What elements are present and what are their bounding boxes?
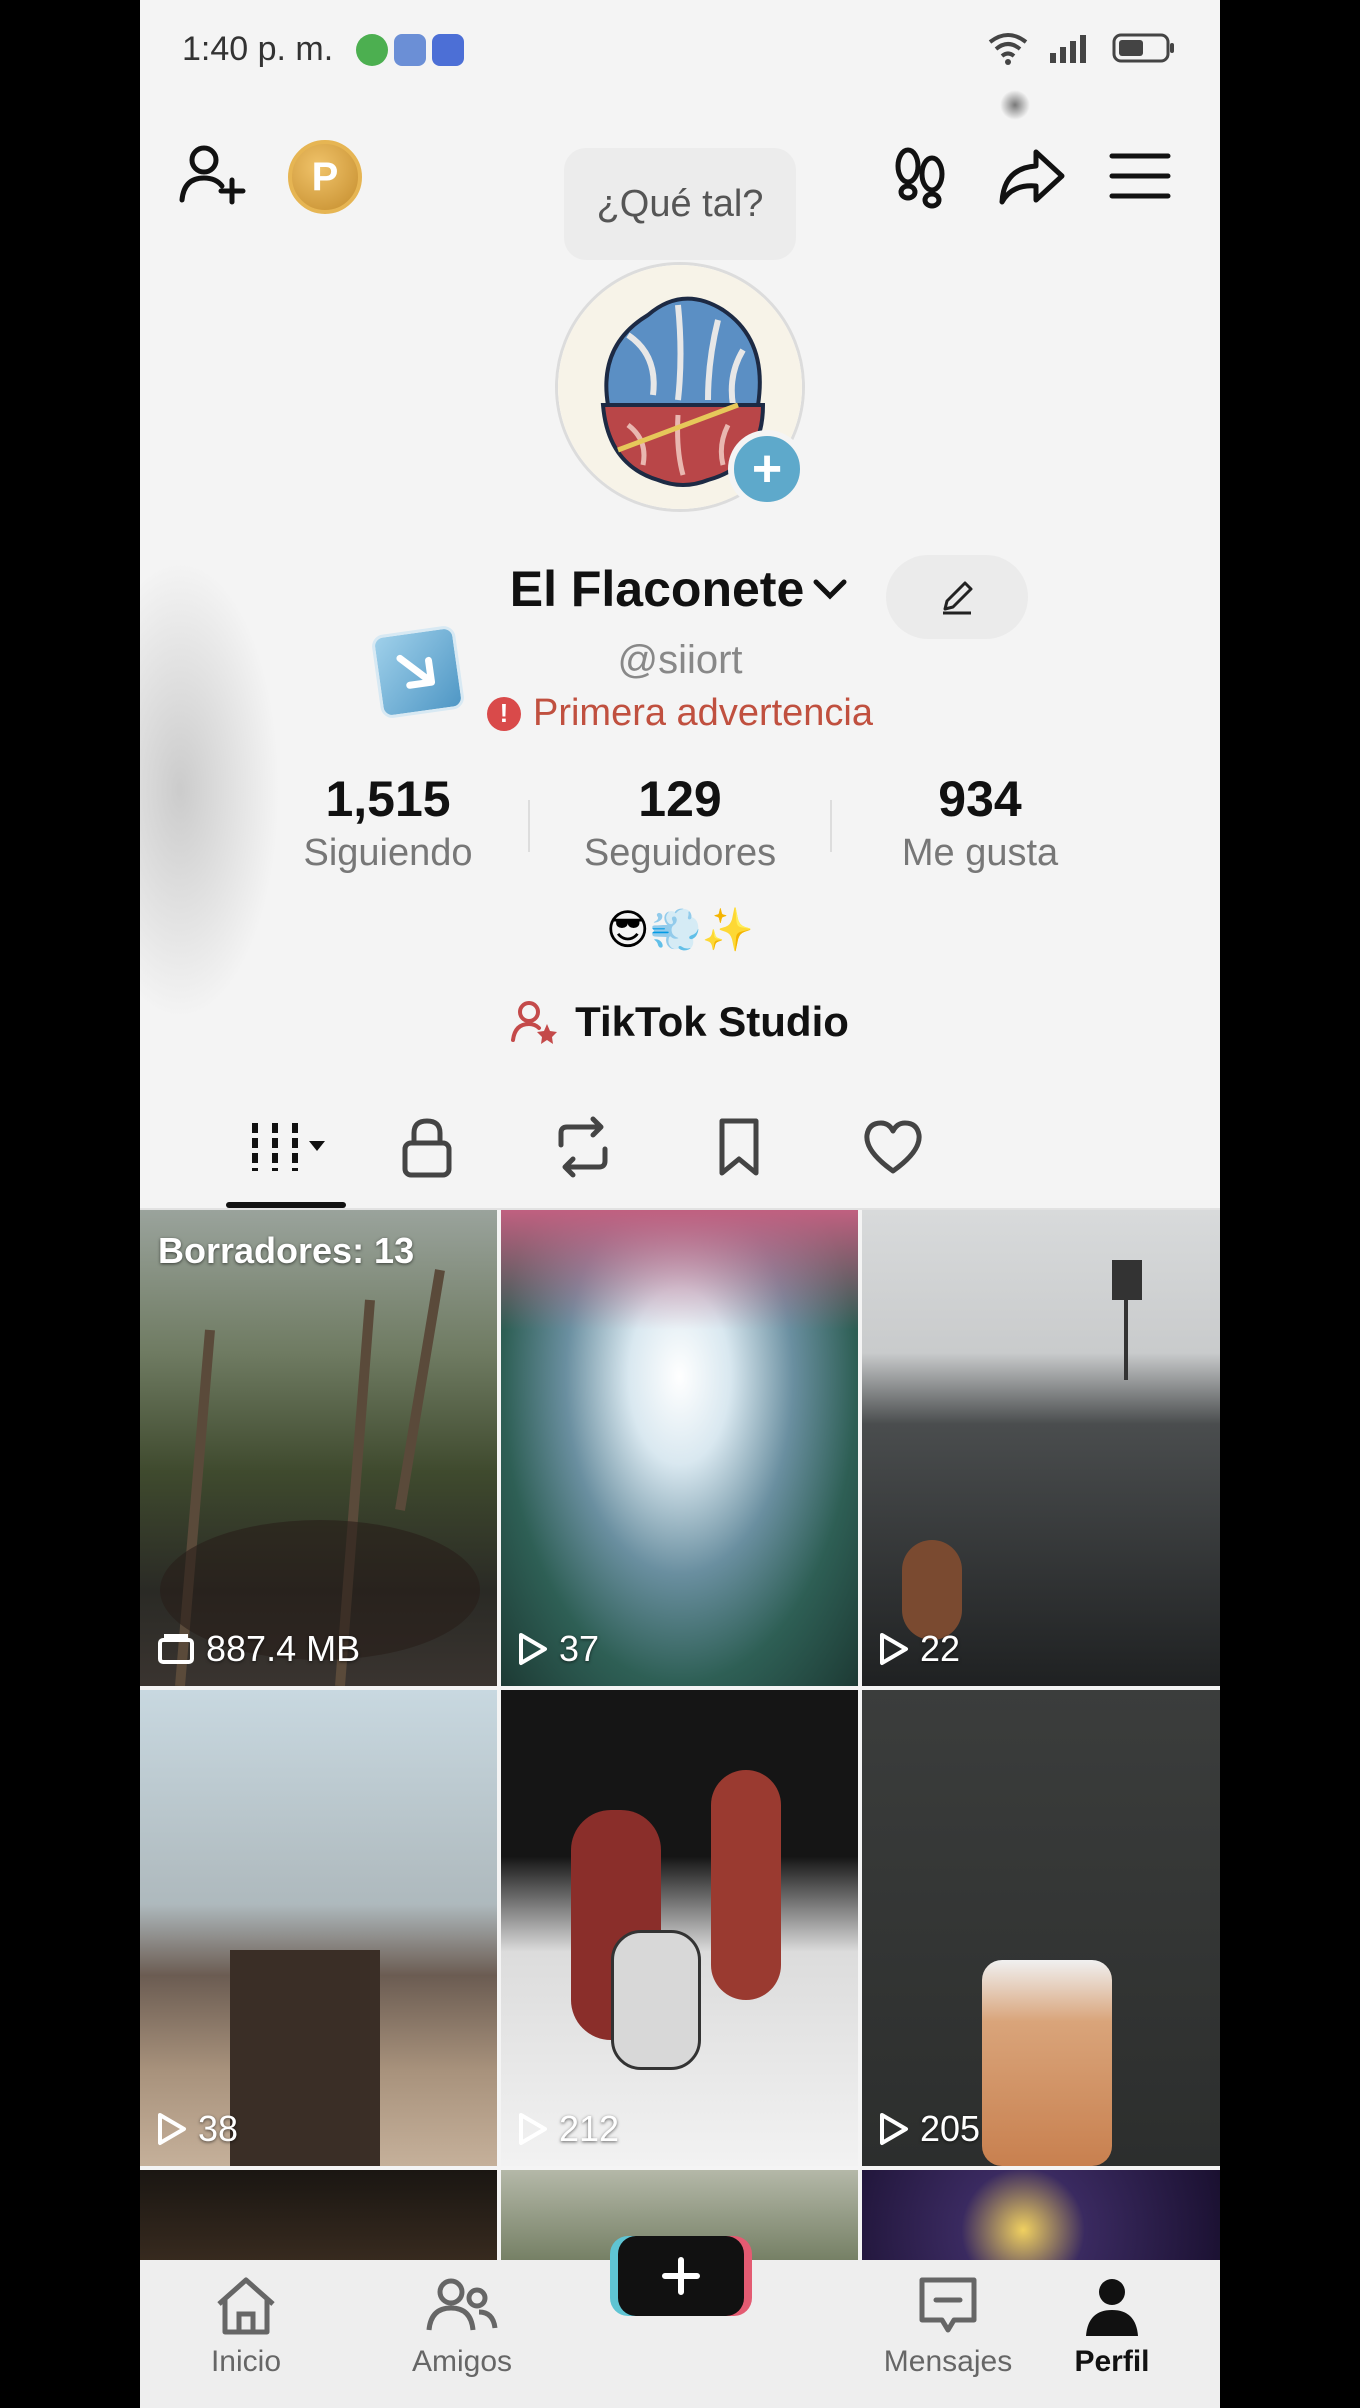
nav-label: Mensajes [883, 2345, 1013, 2378]
friends-icon [426, 2278, 498, 2331]
display-name[interactable]: El Flaconete [510, 560, 805, 618]
chevron-down-icon[interactable] [810, 574, 850, 604]
nav-profile[interactable]: Perfil [1022, 2274, 1202, 2379]
video-tile[interactable]: 205 [862, 1690, 1220, 2166]
username: @siiort [617, 638, 743, 682]
view-count: 22 [878, 1628, 960, 1670]
play-icon [519, 2113, 547, 2145]
heart-icon [864, 1120, 922, 1174]
tab-private[interactable] [382, 1112, 472, 1182]
view-count-label: 37 [559, 1628, 600, 1669]
whatsapp-icon [356, 34, 388, 66]
play-icon [880, 2113, 908, 2145]
creator-star-icon [511, 1001, 558, 1044]
edit-profile-button[interactable] [886, 555, 1028, 639]
profile-screen: 1:40 p. m. P ¿Qué tal? + El Flaconete @s… [140, 0, 1220, 2408]
signal-icon [1050, 35, 1086, 63]
warning-label: Primera advertencia [532, 692, 874, 734]
video-tile[interactable]: 212 [501, 1690, 858, 2166]
add-story-button[interactable]: + [728, 430, 806, 508]
view-count-label: 205 [920, 2108, 981, 2149]
bookmark-icon [719, 1118, 759, 1176]
share-icon[interactable] [996, 140, 1068, 212]
lock-icon [402, 1118, 452, 1178]
video-tile[interactable]: 38 [140, 1690, 497, 2166]
nav-friends[interactable]: Amigos [372, 2274, 552, 2379]
hamburger-menu-icon[interactable] [1104, 140, 1176, 212]
video-tile[interactable] [140, 2170, 497, 2270]
nav-label: Perfil [1074, 2345, 1150, 2378]
notification-icons [356, 34, 464, 66]
view-count: 37 [517, 1628, 599, 1670]
stat-value: 1,515 [325, 771, 451, 827]
battery-icon [1112, 33, 1174, 63]
profile-icon [1086, 2279, 1138, 2336]
nav-home[interactable]: Inicio [156, 2274, 336, 2379]
coin-label: P [311, 154, 339, 199]
tab-liked[interactable] [848, 1112, 938, 1182]
tab-favorites[interactable] [694, 1112, 784, 1182]
tiktok-studio-link[interactable]: TikTok Studio [140, 998, 1220, 1046]
coin-badge[interactable]: P [288, 140, 362, 214]
stat-value: 934 [938, 771, 1022, 827]
nav-label: Amigos [411, 2345, 513, 2378]
app-icon [432, 34, 464, 66]
video-tile[interactable]: 22 [862, 1210, 1220, 1686]
wifi-icon [988, 33, 1028, 65]
account-warning[interactable]: ! Primera advertencia [140, 692, 1220, 735]
video-tile[interactable]: 37 [501, 1210, 858, 1686]
pencil-icon [943, 581, 973, 615]
tab-reposts[interactable] [538, 1112, 628, 1182]
stat-label: Me gusta [901, 832, 1059, 874]
inbox-icon [919, 2277, 977, 2333]
stat-likes[interactable]: 934 Me gusta [850, 770, 1110, 875]
stat-label: Siguiendo [303, 832, 473, 874]
drafts-size-label: 887.4 MB [206, 1628, 361, 1669]
repost-icon [558, 1116, 608, 1178]
folder-icon [158, 1634, 194, 1664]
home-icon [217, 2277, 275, 2335]
grid-columns-icon [252, 1123, 325, 1171]
video-tile[interactable] [862, 2170, 1220, 2270]
view-count: 38 [156, 2108, 238, 2150]
footprints-icon[interactable] [884, 140, 956, 212]
view-count-label: 22 [920, 1628, 961, 1669]
drafts-size: 887.4 MB [156, 1628, 360, 1670]
status-time: 1:40 p. m. [182, 30, 334, 68]
play-icon [519, 1633, 547, 1665]
view-count-label: 212 [559, 2108, 620, 2149]
drafts-tile[interactable]: Borradores: 13 887.4 MB [140, 1210, 497, 1686]
drafts-count: Borradores: 13 [158, 1230, 415, 1271]
view-count: 205 [878, 2108, 980, 2150]
nav-label: Inicio [210, 2345, 282, 2378]
stat-value: 129 [638, 771, 722, 827]
tab-videos[interactable] [240, 1112, 340, 1182]
create-button[interactable] [618, 2236, 744, 2316]
note-bubble[interactable]: ¿Qué tal? [564, 148, 796, 260]
stat-label: Seguidores [583, 832, 777, 874]
view-count: 212 [517, 2108, 619, 2150]
nav-inbox[interactable]: Mensajes [858, 2274, 1038, 2379]
plus-icon [662, 2257, 700, 2295]
play-icon [880, 1633, 908, 1665]
person-plus-icon[interactable] [176, 140, 248, 212]
view-count-label: 38 [198, 2108, 239, 2149]
content-tabs [140, 1098, 1220, 1210]
studio-label: TikTok Studio [575, 998, 849, 1045]
bio: 😎💨✨ [605, 906, 755, 953]
alert-icon: ! [486, 696, 521, 731]
pinwheel-icon [394, 34, 426, 66]
play-icon [158, 2113, 186, 2145]
stat-following[interactable]: 1,515 Siguiendo [258, 770, 518, 875]
status-bar: 1:40 p. m. [140, 0, 1220, 100]
stat-followers[interactable]: 129 Seguidores [550, 770, 810, 875]
